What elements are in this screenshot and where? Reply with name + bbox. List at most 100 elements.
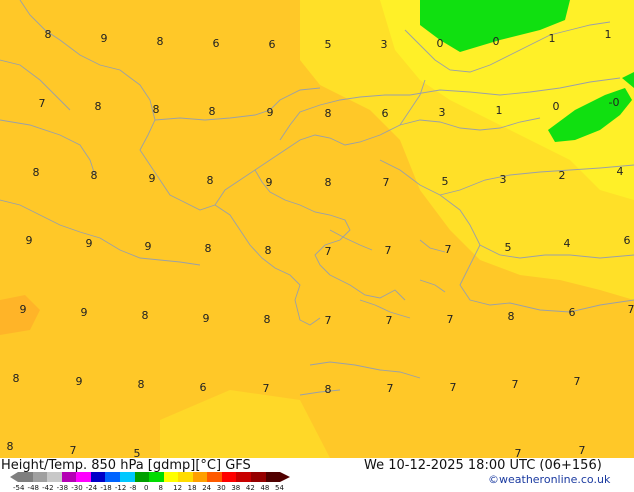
- legend-swatch: [236, 472, 251, 482]
- value-label: 7: [579, 444, 586, 457]
- value-label: 8: [209, 105, 216, 118]
- legend-tick-label: 8: [159, 484, 163, 492]
- legend-arrow-left: [10, 472, 18, 482]
- value-label: 2: [559, 169, 566, 182]
- legend-swatch: [76, 472, 91, 482]
- value-label: 0: [553, 100, 560, 113]
- value-label: 5: [442, 175, 449, 188]
- legend-tick-label: -8: [129, 484, 136, 492]
- value-label: 8: [508, 310, 515, 323]
- value-label: 7: [574, 375, 581, 388]
- legend-tick-label: -12: [115, 484, 126, 492]
- value-label: 7: [445, 243, 452, 256]
- value-label: 4: [564, 237, 571, 250]
- credit-text: ©weatheronline.co.uk: [488, 473, 610, 486]
- value-label: 9: [20, 303, 27, 316]
- legend-swatch: [62, 472, 77, 482]
- value-label: 8: [265, 244, 272, 257]
- legend-tick-label: -54: [13, 484, 24, 492]
- value-label: 8: [13, 372, 20, 385]
- value-label: 8: [142, 309, 149, 322]
- value-label: 8: [325, 383, 332, 396]
- value-label: 8: [95, 100, 102, 113]
- value-label: 9: [267, 106, 274, 119]
- value-label: 8: [91, 169, 98, 182]
- value-label: 6: [269, 38, 276, 51]
- value-label: 8: [33, 166, 40, 179]
- legend-swatch: [193, 472, 208, 482]
- legend-swatch: [266, 472, 281, 482]
- value-label: 8: [205, 242, 212, 255]
- value-label: 6: [213, 37, 220, 50]
- value-label: 7: [628, 303, 634, 316]
- legend-swatch: [91, 472, 106, 482]
- value-label: 9: [26, 234, 33, 247]
- value-label: 9: [145, 240, 152, 253]
- legend-tick-label: 42: [246, 484, 255, 492]
- value-label: 4: [617, 165, 624, 178]
- value-label: 7: [515, 447, 522, 458]
- value-label: 7: [386, 314, 393, 327]
- value-label: 1: [496, 104, 503, 117]
- legend-tick-label: -38: [57, 484, 68, 492]
- value-label: 6: [569, 306, 576, 319]
- value-label: 7: [39, 97, 46, 110]
- legend-tick-label: -30: [71, 484, 82, 492]
- value-label: 7: [447, 313, 454, 326]
- legend-swatch: [149, 472, 164, 482]
- value-label: 7: [263, 382, 270, 395]
- value-label: 9: [86, 237, 93, 250]
- legend-tick-label: 24: [202, 484, 211, 492]
- legend-swatch: [105, 472, 120, 482]
- value-label: 9: [81, 306, 88, 319]
- value-label: 7: [512, 378, 519, 391]
- value-label: 3: [381, 38, 388, 51]
- value-label: 8: [157, 35, 164, 48]
- value-label: 8: [138, 378, 145, 391]
- value-label: 9: [203, 312, 210, 325]
- legend-swatch: [178, 472, 193, 482]
- legend-swatch: [47, 472, 62, 482]
- legend-tick-label: -48: [28, 484, 39, 492]
- value-label: 9: [149, 172, 156, 185]
- valid-datetime: We 10-12-2025 18:00 UTC (06+156): [364, 458, 602, 473]
- value-label: 0: [437, 37, 444, 50]
- value-label: 7: [385, 244, 392, 257]
- temperature-map: 8 9 8 6 6 5 3 0 0 1 1 7 8 8 8 9 8 6 3 1 …: [0, 0, 634, 458]
- value-label: 8: [325, 176, 332, 189]
- value-label: 9: [101, 32, 108, 45]
- value-label: 5: [325, 38, 332, 51]
- legend-arrow-right: [280, 472, 290, 482]
- legend-swatch: [120, 472, 135, 482]
- value-label: 7: [70, 444, 77, 457]
- value-label: 6: [200, 381, 207, 394]
- legend-swatch: [251, 472, 266, 482]
- value-label: 1: [549, 32, 556, 45]
- value-label: 8: [325, 107, 332, 120]
- value-label: 3: [439, 106, 446, 119]
- legend-swatch: [222, 472, 237, 482]
- color-legend: [18, 472, 290, 482]
- value-label: 5: [134, 447, 141, 458]
- legend-tick-label: 38: [231, 484, 240, 492]
- legend-swatch: [18, 472, 33, 482]
- value-label: 8: [153, 103, 160, 116]
- value-label: 7: [325, 245, 332, 258]
- value-label: 8: [207, 174, 214, 187]
- value-label: 0: [493, 35, 500, 48]
- value-label: 8: [264, 313, 271, 326]
- value-label: 8: [45, 28, 52, 41]
- legend-tick-label: -18: [100, 484, 111, 492]
- legend-tick-label: 18: [188, 484, 197, 492]
- value-label: 7: [325, 314, 332, 327]
- value-label: 9: [76, 375, 83, 388]
- legend-swatch: [207, 472, 222, 482]
- value-label: -0: [609, 96, 620, 109]
- value-label: 6: [624, 234, 631, 247]
- legend-tick-label: -42: [42, 484, 53, 492]
- value-label: 6: [382, 107, 389, 120]
- legend-tick-label: 30: [217, 484, 226, 492]
- legend-tick-label: -24: [86, 484, 97, 492]
- legend-swatch: [164, 472, 179, 482]
- value-label: 5: [505, 241, 512, 254]
